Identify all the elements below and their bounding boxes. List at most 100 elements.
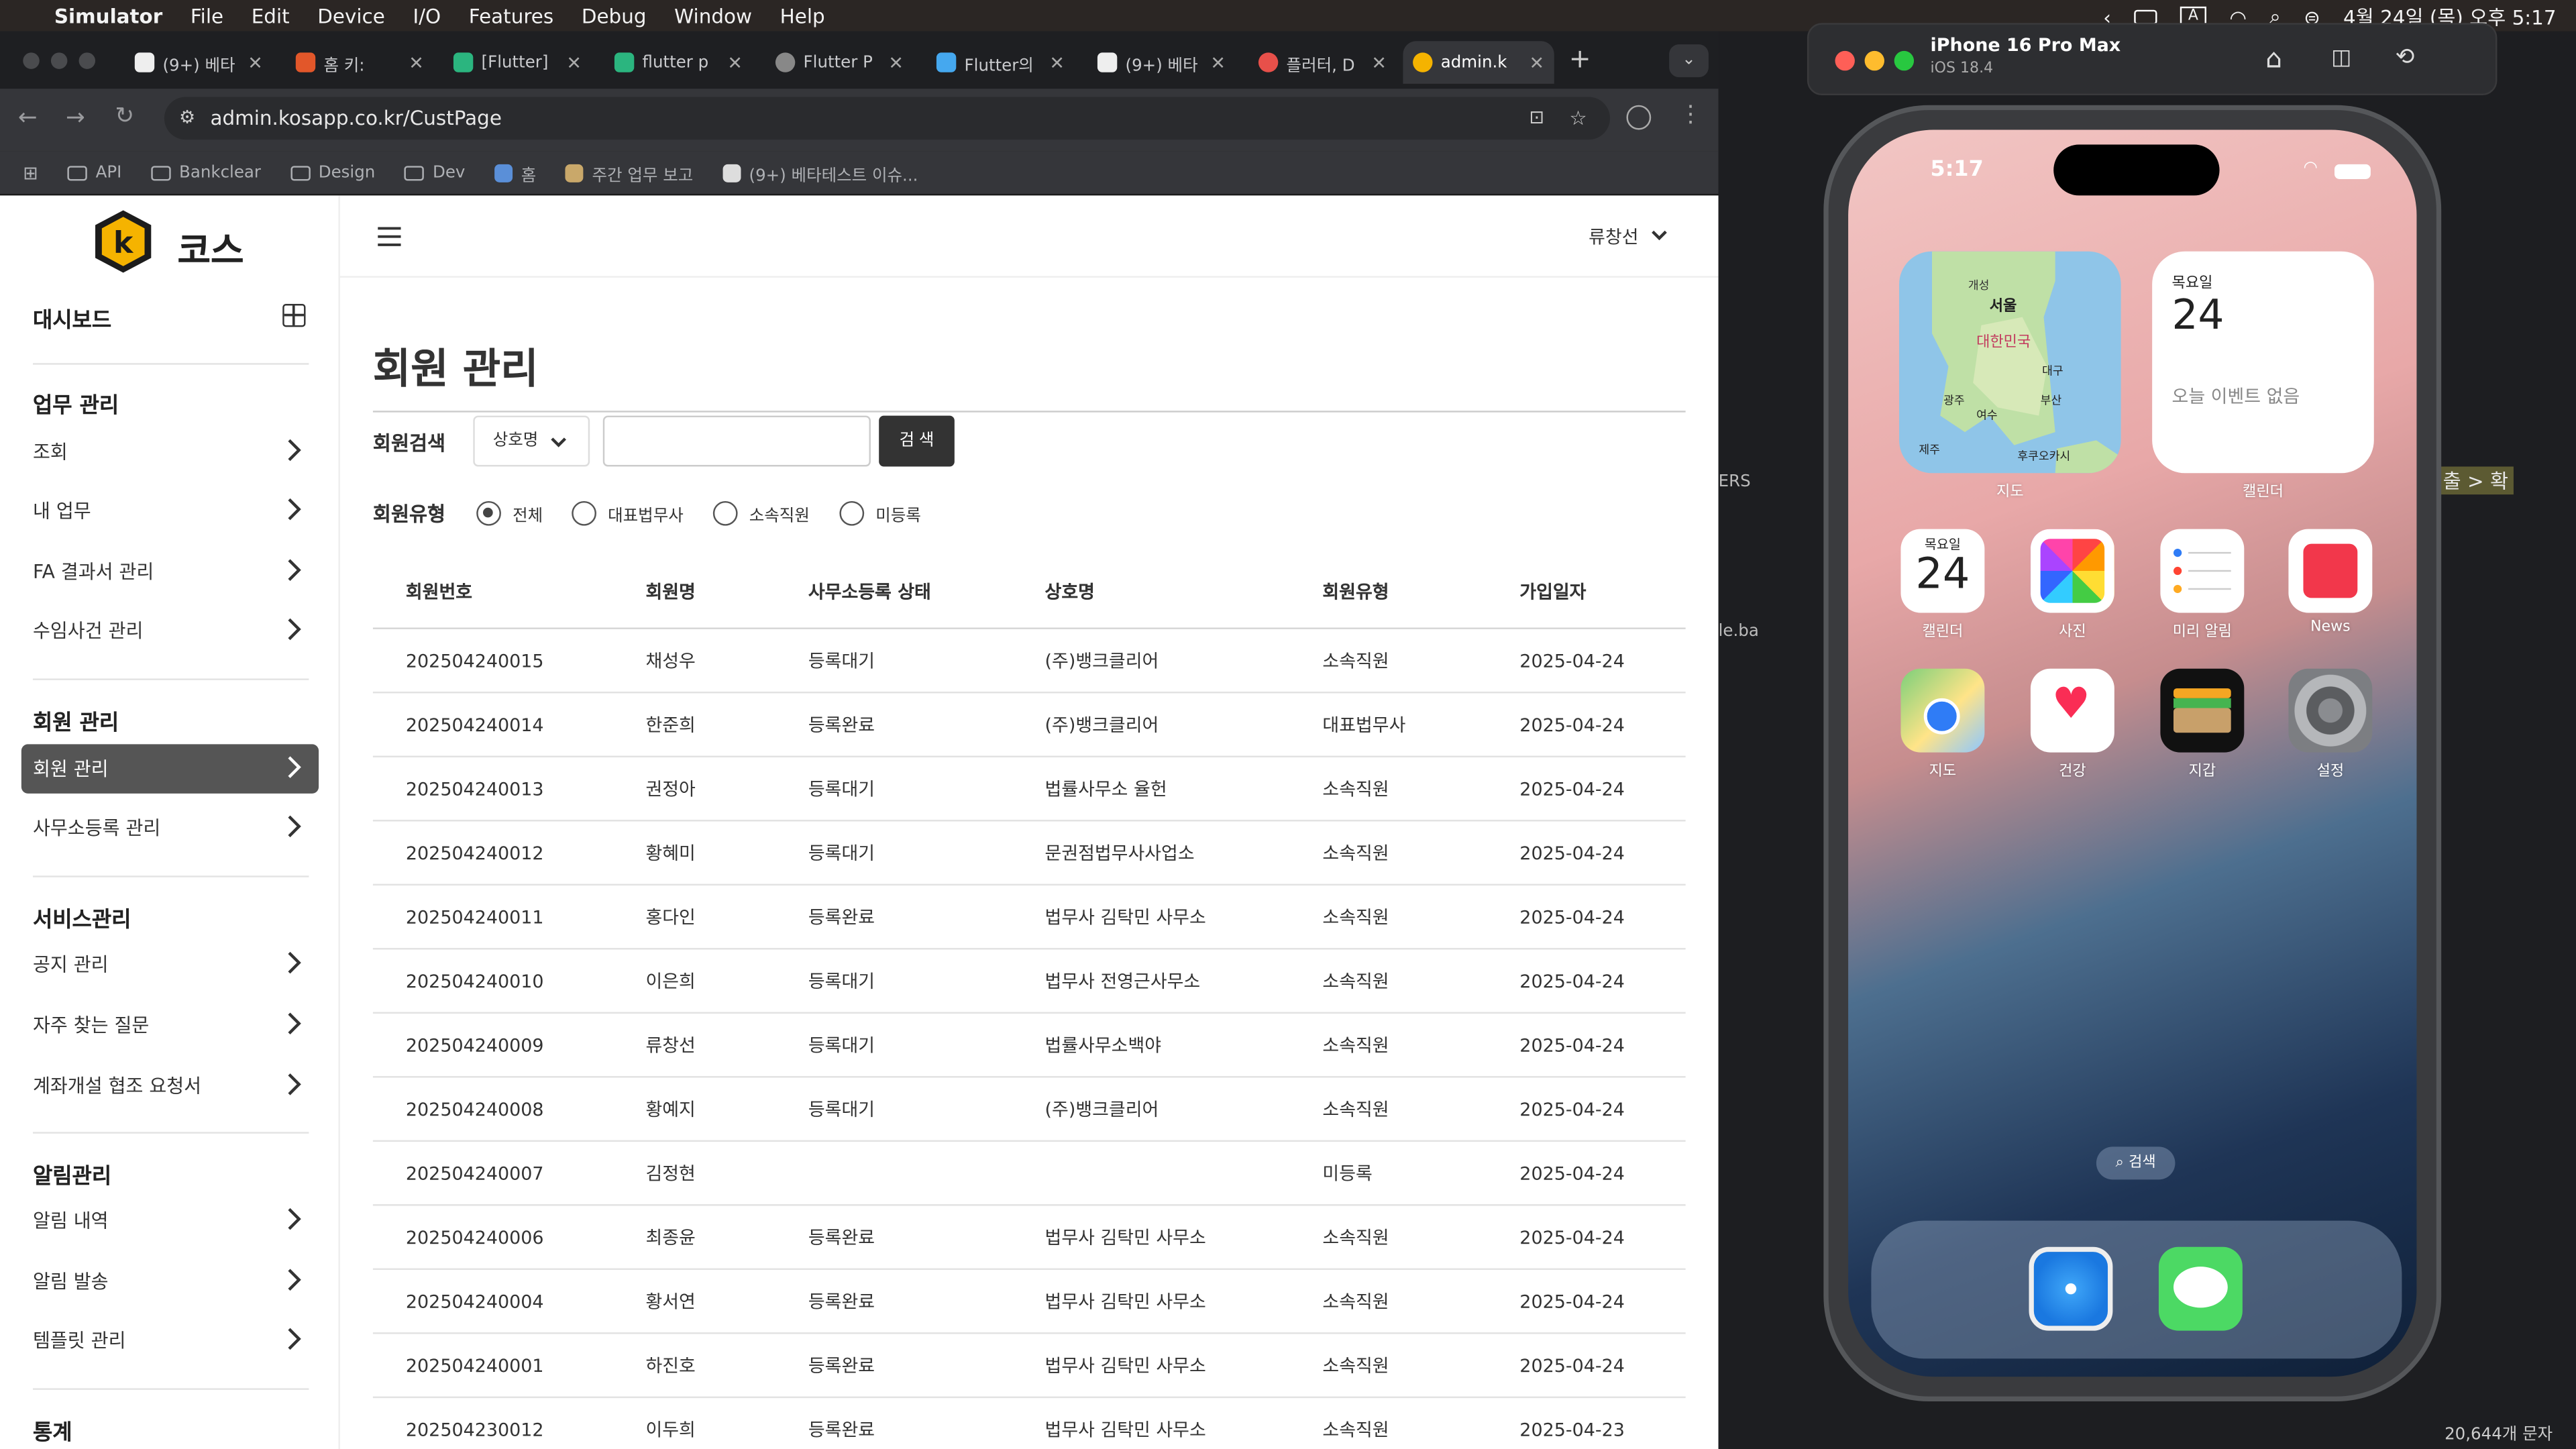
close-icon[interactable]: ✕ <box>1210 52 1226 73</box>
radio-representative[interactable]: 대표법무사 <box>572 500 684 526</box>
rotate-icon[interactable]: ⟲ <box>2396 44 2415 70</box>
window-close-button[interactable] <box>23 52 40 69</box>
table-row[interactable]: 202504240008 황예지 등록대기 (주)뱅크클리어 소속직원 2025-04-2… <box>372 1078 1686 1142</box>
bookmark-link[interactable]: 주간 업무 보고 <box>566 160 693 185</box>
radio-unchecked-icon[interactable] <box>712 500 738 526</box>
sidebar-item-members[interactable]: 회원 관리 <box>21 744 319 794</box>
search-type-select[interactable]: 상호명 <box>473 415 590 467</box>
radio-unregistered[interactable]: 미등록 <box>839 500 921 526</box>
sidebar-item-search[interactable]: 조회 <box>21 427 319 476</box>
bookmark-folder[interactable]: Design <box>290 164 375 182</box>
table-row[interactable]: 202504240014 한준희 등록완료 (주)뱅크클리어 대표법무사 2025-04-… <box>372 693 1686 757</box>
site-info-icon[interactable]: ⚙ <box>179 97 195 140</box>
sidebar-item-notification-history[interactable]: 알림 내역 <box>21 1196 319 1245</box>
calendar-widget[interactable]: 목요일 24 오늘 이벤트 없음 <box>2152 251 2374 474</box>
search-input[interactable] <box>602 415 871 467</box>
table-row[interactable]: 202504230012 이두희 등록완료 법무사 김탁민 사무소 소속직원 2025-0… <box>373 1398 1686 1449</box>
brand-name[interactable]: 코스 <box>177 222 244 274</box>
bookmark-folder[interactable]: API <box>67 164 121 182</box>
chevron-down-icon[interactable] <box>1651 230 1667 241</box>
settings-icon[interactable] <box>2288 668 2373 753</box>
browser-tab[interactable]: (9+) 베타 ✕ <box>125 41 272 84</box>
install-app-icon[interactable]: ⊡ <box>1529 97 1544 140</box>
table-row[interactable]: 202504240015 채성우 등록대기 (주)뱅크클리어 소속직원 2025-04-2… <box>372 629 1686 694</box>
close-icon[interactable]: ✕ <box>727 52 743 73</box>
sidebar-item-office-registration[interactable]: 사무소등록 관리 <box>21 804 319 853</box>
minimize-button[interactable] <box>1864 50 1884 71</box>
sidebar-item-fa-report[interactable]: FA 결과서 관리 <box>21 547 319 596</box>
maps-widget[interactable]: 개성 서울 대한민국 대구 광주 부산 여수 제주 후쿠오카시 <box>1899 251 2121 474</box>
browser-tab[interactable]: 플러터, D ✕ <box>1248 41 1396 84</box>
close-icon[interactable]: ✕ <box>248 52 263 73</box>
menu-features[interactable]: Features <box>469 4 553 27</box>
menu-help[interactable]: Help <box>780 4 825 27</box>
radio-all[interactable]: 전체 <box>476 500 543 526</box>
sidebar-item-cases[interactable]: 수임사건 관리 <box>21 606 319 655</box>
table-row[interactable]: 202504240010 이은희 등록대기 법무사 전영근사무소 소속직원 2025-04… <box>372 950 1686 1014</box>
menu-app-name[interactable]: Simulator <box>54 4 162 27</box>
sidebar-item-templates[interactable]: 템플릿 관리 <box>21 1316 319 1365</box>
close-icon[interactable]: ✕ <box>1049 52 1065 73</box>
reload-icon[interactable]: ↻ <box>115 103 134 129</box>
close-icon[interactable]: ✕ <box>888 52 904 73</box>
tab-search-button[interactable]: ⌄ <box>1669 44 1709 78</box>
radio-staff[interactable]: 소속직원 <box>712 500 810 526</box>
menu-debug[interactable]: Debug <box>582 4 647 27</box>
close-icon[interactable]: ✕ <box>566 52 582 73</box>
profile-icon[interactable] <box>1626 105 1652 130</box>
browser-tab-active[interactable]: admin.k ✕ <box>1403 41 1554 84</box>
url-bar[interactable]: ⚙ admin.kosapp.co.kr/CustPage ⊡ ☆ <box>164 97 1611 140</box>
home-search-pill[interactable]: ⌕ 검색 <box>2096 1146 2176 1180</box>
close-icon[interactable]: ✕ <box>1371 52 1387 73</box>
browser-tab[interactable]: [Flutter] ✕ <box>443 41 591 84</box>
close-icon[interactable]: ✕ <box>409 52 424 73</box>
radio-checked-icon[interactable] <box>476 500 501 526</box>
close-button[interactable] <box>1835 50 1855 71</box>
bookmark-folder[interactable]: Dev <box>405 164 465 182</box>
zoom-button[interactable] <box>1894 50 1915 71</box>
browser-tab[interactable]: Flutter P ✕ <box>765 41 913 84</box>
search-button[interactable]: 검 색 <box>879 415 955 467</box>
bookmark-link[interactable]: (9+) 베타테스트 이슈... <box>722 160 918 185</box>
browser-tab[interactable]: 홈 키: ✕ <box>286 41 433 84</box>
table-row[interactable]: 202504240001 하진호 등록완료 법무사 김탁민 사무소 소속직원 2025-0… <box>372 1334 1686 1399</box>
radio-unchecked-icon[interactable] <box>572 500 596 526</box>
safari-icon[interactable] <box>2029 1246 2113 1331</box>
calendar-icon[interactable]: 목요일 24 <box>1900 529 1985 613</box>
sidebar-item-notices[interactable]: 공지 관리 <box>21 940 319 989</box>
photos-icon[interactable] <box>2030 529 2114 613</box>
health-icon[interactable]: ♥ <box>2030 668 2114 753</box>
close-icon[interactable]: ✕ <box>1529 52 1544 73</box>
table-row[interactable]: 202504240006 최종윤 등록완료 법무사 김탁민 사무소 소속직원 2025-0… <box>372 1206 1686 1271</box>
dashboard-grid-icon[interactable] <box>282 304 306 327</box>
menu-io[interactable]: I/O <box>413 4 441 27</box>
menu-device[interactable]: Device <box>317 4 385 27</box>
iphone-screen[interactable]: 5:17 ◠ 개성 서울 대한민국 대구 광주 부산 여수 제주 후쿠오카시 지… <box>1848 129 2417 1377</box>
apps-grid-icon[interactable]: ⊞ <box>23 162 38 183</box>
browser-tab[interactable]: Flutter의 ✕ <box>926 41 1074 84</box>
more-menu-icon[interactable]: ⋮ <box>1679 102 1702 128</box>
hamburger-menu-icon[interactable] <box>376 225 402 248</box>
sidebar-dashboard[interactable]: 대시보드 <box>33 303 111 333</box>
table-row[interactable]: 202504240007 김정현 미등록 2025-04-24 <box>372 1142 1686 1206</box>
messages-icon[interactable] <box>2158 1246 2243 1331</box>
reminders-icon[interactable] <box>2160 529 2245 613</box>
sidebar-item-faq[interactable]: 자주 찾는 질문 <box>21 1000 319 1049</box>
table-row[interactable]: 202504240013 권정아 등록대기 법률사무소 율헌 소속직원 2025-04-2… <box>372 757 1686 822</box>
menu-file[interactable]: File <box>191 4 223 27</box>
sidebar-item-my-work[interactable]: 내 업무 <box>21 486 319 535</box>
menu-edit[interactable]: Edit <box>252 4 290 27</box>
user-menu[interactable]: 류창선 <box>1589 223 1638 250</box>
forward-icon[interactable]: → <box>66 105 85 131</box>
sidebar-item-account-request[interactable]: 계좌개설 협조 요청서 <box>21 1061 319 1110</box>
window-minimize-button[interactable] <box>50 52 68 69</box>
browser-tab[interactable]: flutter p ✕ <box>604 41 752 84</box>
bookmark-link[interactable]: 홈 <box>494 160 536 185</box>
home-icon[interactable]: ⌂ <box>2265 43 2282 74</box>
bookmark-folder[interactable]: Bankclear <box>151 164 261 182</box>
table-row[interactable]: 202504240009 류창선 등록대기 법률사무소백야 소속직원 2025-04-24 <box>372 1014 1686 1078</box>
maps-icon[interactable] <box>1900 668 1985 753</box>
sidebar-item-send-notification[interactable]: 알림 발송 <box>21 1256 319 1305</box>
table-row[interactable]: 202504240012 황혜미 등록대기 문권점법무사사업소 소속직원 2025-04-… <box>372 821 1686 886</box>
back-icon[interactable]: ← <box>18 105 38 131</box>
